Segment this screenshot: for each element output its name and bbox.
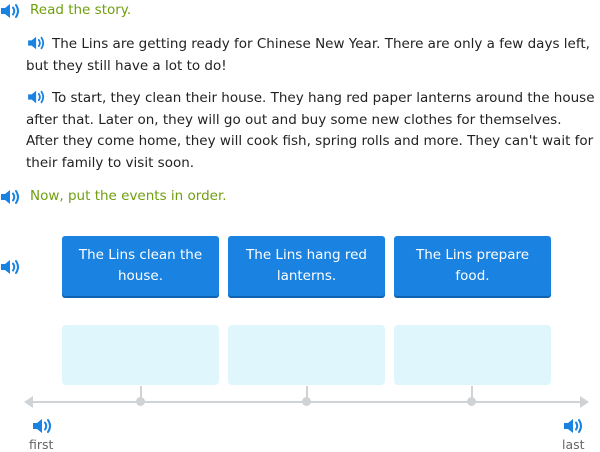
drop-slot-3[interactable] [394, 325, 551, 385]
story-paragraph-2: To start, they clean their house. They h… [26, 88, 598, 174]
timeline-right-arrow [580, 396, 589, 408]
timeline-dot [136, 397, 145, 406]
speaker-icon[interactable] [32, 417, 54, 435]
story-paragraph-1: The Lins are getting ready for Chinese N… [26, 34, 598, 77]
event-card-label: The Lins clean the house. [78, 246, 203, 285]
timeline-dot [302, 397, 311, 406]
speaker-icon[interactable] [563, 417, 585, 435]
timeline-last-label: last [562, 437, 585, 452]
event-card-label: The Lins prepare food. [415, 246, 530, 285]
speaker-icon[interactable] [0, 258, 22, 276]
timeline-left-arrow [24, 396, 33, 408]
speaker-icon[interactable] [0, 2, 22, 20]
story-paragraph-2-text: To start, they clean their house. They h… [26, 90, 595, 171]
timeline-dot [467, 397, 476, 406]
speaker-icon[interactable] [26, 35, 48, 51]
timeline-first-label: first [29, 437, 54, 452]
event-card-hang-lanterns[interactable]: The Lins hang red lanterns. [228, 236, 385, 296]
speaker-icon[interactable] [26, 89, 48, 105]
event-card-label: The Lins hang red lanterns. [246, 246, 367, 285]
read-story-prompt: Read the story. [30, 2, 132, 18]
drop-slot-1[interactable] [62, 325, 219, 385]
drop-slot-2[interactable] [228, 325, 385, 385]
order-prompt: Now, put the events in order. [30, 188, 227, 204]
event-card-clean-house[interactable]: The Lins clean the house. [62, 236, 219, 296]
speaker-icon[interactable] [0, 188, 22, 206]
event-card-prepare-food[interactable]: The Lins prepare food. [394, 236, 551, 296]
story-paragraph-1-text: The Lins are getting ready for Chinese N… [26, 36, 590, 74]
